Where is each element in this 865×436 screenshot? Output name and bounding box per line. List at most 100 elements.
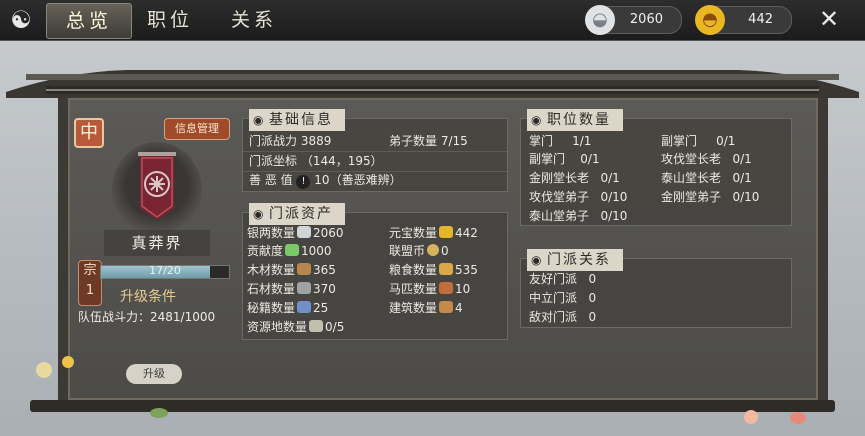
asset-value: 25 [313, 301, 329, 315]
tab-relations[interactable]: 关系 [212, 3, 296, 37]
relation-row: 敌对门派 0 [529, 307, 596, 327]
position-row: 泰山堂长老 0/1 [661, 168, 752, 188]
asset-value: 4 [455, 301, 463, 315]
asset-value: 0/5 [325, 320, 345, 334]
sect-banner-icon [138, 152, 176, 220]
position-value: 1/1 [572, 134, 592, 148]
tab-relations-label: 关系 [230, 9, 277, 31]
asset-label: 马匹数量 [389, 282, 438, 296]
asset-value: 365 [313, 263, 336, 277]
position-label: 副掌门 [529, 152, 566, 166]
position-row: 攻伐堂长老 0/1 [661, 149, 752, 169]
top-bar: ☯ 总览 职位 关系 ◒ 2060 ◓ 442 ✕ [0, 0, 865, 41]
asset-value: 10 [455, 282, 471, 296]
sect-name-text: 真莽界 [131, 234, 183, 252]
cloud-swirl-icon: ◉ [253, 207, 266, 221]
sect-emblem [112, 142, 202, 238]
flower-decoration [790, 412, 806, 424]
silver-amount: 2060 [629, 12, 663, 27]
asset-ingot: 元宝数量 442 [389, 223, 478, 243]
asset-manuals: 秘籍数量 25 [247, 298, 328, 318]
grain-icon [439, 263, 454, 275]
coin-icon [427, 244, 440, 256]
relations-title-text: 门派关系 [547, 252, 611, 268]
silver-currency: ◒ 2060 [585, 5, 682, 35]
relation-value: 0 [588, 272, 597, 286]
asset-label: 元宝数量 [389, 226, 438, 240]
position-row: 金刚堂长老 0/1 [529, 168, 620, 188]
position-label: 攻伐堂长老 [661, 152, 722, 166]
asset-grain: 粮食数量 535 [389, 260, 478, 280]
basic-info-title: ◉ 基础信息 [249, 109, 345, 131]
position-value: 0/10 [600, 209, 628, 223]
manual-book-icon [297, 301, 312, 313]
upgrade-button[interactable]: 升级 [126, 364, 182, 384]
leaf-decoration [150, 408, 168, 418]
relation-label: 敌对门派 [529, 310, 578, 324]
asset-alliance-coin: 联盟币 0 [389, 241, 449, 261]
tab-overview[interactable]: 总览 [46, 3, 132, 39]
gold-ingot-icon[interactable]: ◓ [695, 5, 725, 35]
position-row: 掌门 1/1 [529, 131, 591, 151]
asset-label: 秘籍数量 [247, 301, 296, 315]
upgrade-condition-link[interactable]: 升级条件 [120, 286, 176, 306]
sect-assets-title: ◉ 门派资产 [249, 203, 345, 225]
position-value: 0/1 [732, 152, 752, 166]
power-row: 门派战力 3889 [249, 131, 331, 151]
positions-card: ◉ 职位数量 掌门 1/1 副掌门 0/1 副掌门 0/1 攻伐堂长老 0/1 金… [520, 109, 792, 226]
position-value: 0/1 [732, 171, 752, 185]
relation-row: 中立门派 0 [529, 288, 596, 308]
relation-label: 友好门派 [529, 272, 578, 286]
asset-value: 1000 [301, 244, 332, 258]
info-management-label: 信息管理 [175, 122, 219, 135]
disciples-label: 弟子数量 [389, 134, 438, 148]
relation-label: 中立门派 [529, 291, 578, 305]
pavilion-roof [6, 70, 859, 98]
asset-value: 0 [441, 244, 449, 258]
building-icon [439, 301, 454, 313]
asset-label: 资源地数量 [247, 320, 308, 334]
relations-card: ◉ 门派关系 友好门派 0 中立门派 0 敌对门派 0 [520, 249, 792, 328]
silver-icon [297, 226, 312, 238]
sect-xp-bar: 17/20 [100, 264, 230, 279]
yin-yang-menu-icon[interactable]: ☯ [6, 6, 36, 34]
position-row: 金刚堂弟子 0/10 [661, 187, 759, 207]
info-management-button[interactable]: 信息管理 [164, 118, 230, 140]
asset-resource-sites: 资源地数量 0/5 [247, 317, 344, 337]
asset-label: 石材数量 [247, 282, 296, 296]
position-value: 0/10 [600, 190, 628, 204]
asset-label: 粮食数量 [389, 263, 438, 277]
cloud-swirl-icon: ◉ [253, 113, 266, 127]
sect-assets-card: ◉ 门派资产 银两数量 2060 元宝数量 442 贡献度 1000 联盟币 0 木材数量… [242, 203, 508, 340]
asset-label: 联盟币 [389, 244, 426, 258]
coords-row: 门派坐标 （144，195） [249, 151, 383, 171]
sect-xp-text: 17/20 [149, 264, 181, 277]
ingot-icon [439, 226, 454, 238]
position-value: 0/1 [580, 152, 600, 166]
basic-info-card: ◉ 基础信息 门派战力 3889 弟子数量 7/15 门派坐标 （144，195）… [242, 109, 508, 192]
flower-decoration [744, 410, 758, 424]
team-power: 队伍战斗力：2481/1000 [78, 308, 215, 325]
sect-rank-badge: 中 [74, 118, 104, 148]
positions-title-text: 职位数量 [547, 112, 611, 128]
disciples-row: 弟子数量 7/15 [389, 131, 468, 151]
tab-positions[interactable]: 职位 [128, 3, 212, 37]
ingot-amount: 442 [748, 12, 773, 27]
info-exclamation-icon[interactable]: ! [296, 175, 311, 189]
sect-assets-title-text: 门派资产 [269, 206, 333, 222]
asset-horses: 马匹数量 10 [389, 279, 470, 299]
asset-buildings: 建筑数量 4 [389, 298, 463, 318]
asset-silver: 银两数量 2060 [247, 223, 344, 243]
horse-icon [439, 282, 454, 294]
relation-row: 友好门派 0 [529, 269, 596, 289]
flower-decoration [36, 362, 52, 378]
gold-ingot-currency: ◓ 442 [695, 5, 792, 35]
sect-profile-panel: 中 信息管理 真莽界 宗 1 17/20 升级条件 队伍战斗力：2481/100… [74, 112, 236, 388]
disciples-value: 7/15 [440, 134, 468, 148]
tab-overview-label: 总览 [65, 10, 112, 32]
contribution-icon [285, 244, 300, 256]
position-label: 泰山堂长老 [661, 171, 722, 185]
position-label: 攻伐堂弟子 [529, 190, 590, 204]
close-icon[interactable]: ✕ [815, 5, 843, 33]
position-row: 泰山堂弟子 0/10 [529, 206, 627, 226]
